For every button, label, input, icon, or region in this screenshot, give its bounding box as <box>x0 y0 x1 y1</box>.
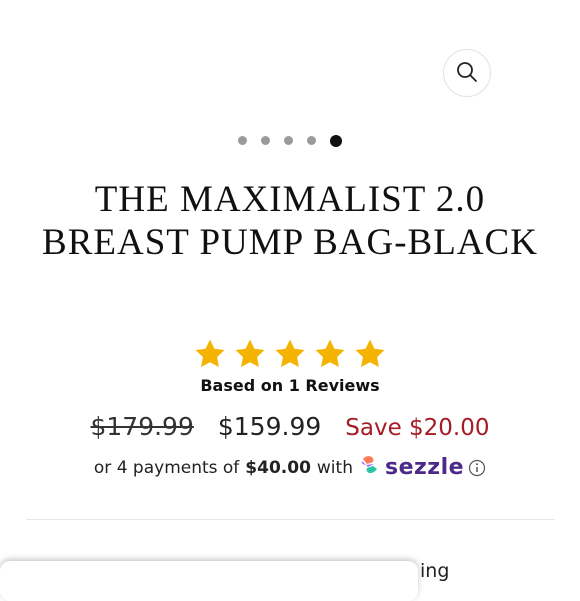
carousel-dot[interactable] <box>238 136 247 145</box>
bottom-sheet[interactable] <box>0 561 418 601</box>
star-icon <box>233 337 267 371</box>
carousel-dot[interactable] <box>307 136 316 145</box>
star-icon <box>313 337 347 371</box>
installment-amount: $40.00 <box>245 457 311 478</box>
sezzle-wordmark: sezzle <box>384 455 465 480</box>
star-icon <box>273 337 307 371</box>
sezzle-mark-icon <box>359 453 381 482</box>
carousel-dot[interactable] <box>284 136 293 145</box>
search-icon <box>456 61 478 86</box>
sezzle-logo[interactable]: sezzle <box>359 453 464 482</box>
info-icon[interactable] <box>468 459 486 477</box>
reviews-count[interactable]: Based on 1 Reviews <box>0 376 580 395</box>
installment-info: or 4 payments of $40.00 with sezzle <box>0 453 580 482</box>
carousel-dot-active[interactable] <box>330 134 342 147</box>
price-row: $179.99 $159.99 Save $20.00 <box>0 412 580 441</box>
search-button[interactable] <box>443 49 491 97</box>
installment-suffix: with <box>316 457 353 478</box>
star-icon <box>193 337 227 371</box>
original-price: $179.99 <box>90 412 194 441</box>
product-title: THE MAXIMALIST 2.0 BREAST PUMP BAG-BLACK <box>42 179 538 263</box>
star-icon <box>353 337 387 371</box>
current-price: $159.99 <box>217 412 322 441</box>
carousel-indicators <box>0 134 580 147</box>
rating-stars[interactable] <box>0 337 580 371</box>
bottom-peek-text: ing <box>420 560 450 582</box>
installment-prefix: or 4 payments of <box>93 457 240 478</box>
section-divider <box>26 519 555 520</box>
savings-label: Save $20.00 <box>345 415 490 441</box>
carousel-dot[interactable] <box>261 136 270 145</box>
